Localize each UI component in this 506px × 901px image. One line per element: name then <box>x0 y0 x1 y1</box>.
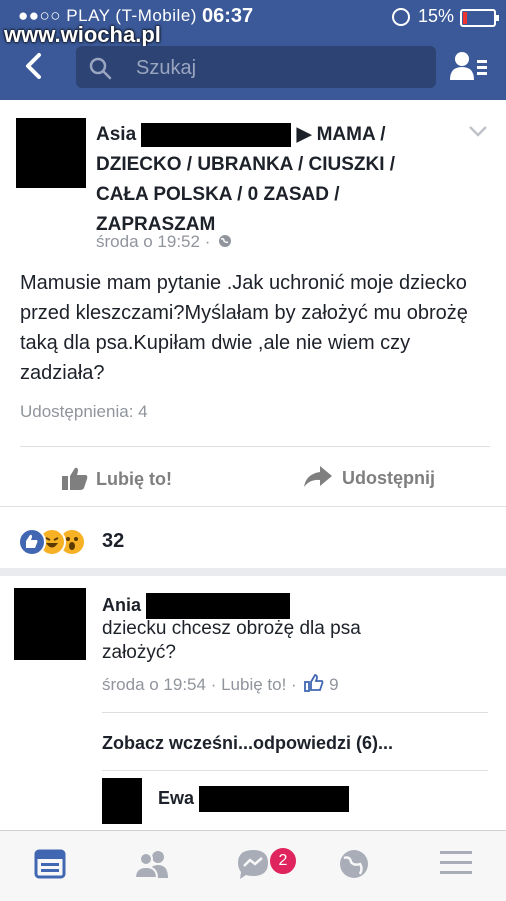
redacted-name <box>199 786 350 812</box>
search-icon <box>89 57 112 80</box>
reactions-count[interactable]: 32 <box>102 530 124 553</box>
battery-icon <box>460 9 499 27</box>
divider <box>102 770 488 771</box>
shares-count[interactable]: Udostępnienia: 4 <box>20 402 148 422</box>
share-arrow-icon <box>304 466 332 487</box>
back-chevron-icon[interactable] <box>20 52 48 80</box>
post-meta: środa o 19:52 · <box>96 232 232 252</box>
post-author-avatar[interactable] <box>16 118 86 188</box>
comment-timestamp: środa o 19:54 · <box>102 675 217 694</box>
comment-like-button[interactable]: Lubię to! · <box>221 675 297 694</box>
search-placeholder: Szukaj <box>136 57 197 79</box>
view-previous-replies-link[interactable]: Zobacz wcześni...odpowiedzi (6)... <box>102 733 393 754</box>
divider <box>20 446 490 447</box>
post-header: Asia ▶ MAMA / DZIECKO / UBRANKA / CIUSZK… <box>96 120 456 240</box>
globe-privacy-icon <box>219 235 232 247</box>
globe-notifications-icon[interactable] <box>338 848 370 880</box>
menu-icon[interactable] <box>440 848 472 878</box>
comment-author-name: Ania <box>102 594 142 615</box>
reply-author-name: Ewa <box>158 787 195 808</box>
thumbs-up-outline-icon <box>304 674 324 692</box>
comment-text: dziecku chcesz obrożę dla psa założyć? <box>102 618 361 663</box>
alarm-icon <box>392 8 410 26</box>
friend-requests-icon[interactable] <box>134 848 170 880</box>
reactions-summary[interactable] <box>18 528 86 556</box>
reply-author[interactable]: Ewa <box>158 786 350 812</box>
redacted-name <box>141 122 292 147</box>
share-button[interactable]: Udostępnij <box>304 466 435 489</box>
like-label: Lubię to! <box>96 469 172 489</box>
post-text: Mamusie mam pytanie .Jak uchronić moje d… <box>20 272 468 384</box>
comment-author[interactable]: Ania <box>102 593 291 619</box>
friends-list-icon[interactable] <box>450 50 488 82</box>
chevron-down-icon[interactable] <box>468 124 488 138</box>
group-name-line-1[interactable]: ▶ MAMA / <box>297 124 386 145</box>
like-reaction-icon <box>18 528 46 556</box>
messenger-icon[interactable] <box>236 848 270 882</box>
notifications-badge: 2 <box>268 846 298 876</box>
divider <box>102 712 488 713</box>
comment-author-avatar[interactable] <box>14 588 86 660</box>
share-label: Udostępnij <box>342 468 435 488</box>
post-author-name[interactable]: Asia <box>96 124 136 145</box>
news-feed-icon[interactable] <box>34 848 66 880</box>
top-bar: ●●○○ PLAY (T-Mobile) 06:37 15% www.wioch… <box>0 0 506 100</box>
clock: 06:37 <box>202 5 254 27</box>
like-button[interactable]: Lubię to! <box>62 466 172 490</box>
post-timestamp[interactable]: środa o 19:52 · <box>96 232 210 251</box>
watermark: www.wiocha.pl <box>4 22 161 47</box>
divider <box>0 506 506 507</box>
comment-meta: środa o 19:54 · Lubię to! · 9 <box>102 674 339 695</box>
group-name-line-2[interactable]: DZIECKO / UBRANKA / CIUSZKI / <box>96 154 395 175</box>
search-input[interactable]: Szukaj <box>76 46 436 88</box>
redacted-name <box>146 593 291 619</box>
bottom-tab-bar: 2 <box>0 830 506 901</box>
battery-percent: 15% <box>418 6 455 26</box>
group-name-line-3[interactable]: CAŁA POLSKA / 0 ZASAD / <box>96 184 340 205</box>
comment-like-count[interactable]: 9 <box>329 675 338 694</box>
reply-author-avatar[interactable] <box>102 778 142 824</box>
section-separator <box>0 568 506 576</box>
thumbs-up-icon <box>62 467 88 490</box>
